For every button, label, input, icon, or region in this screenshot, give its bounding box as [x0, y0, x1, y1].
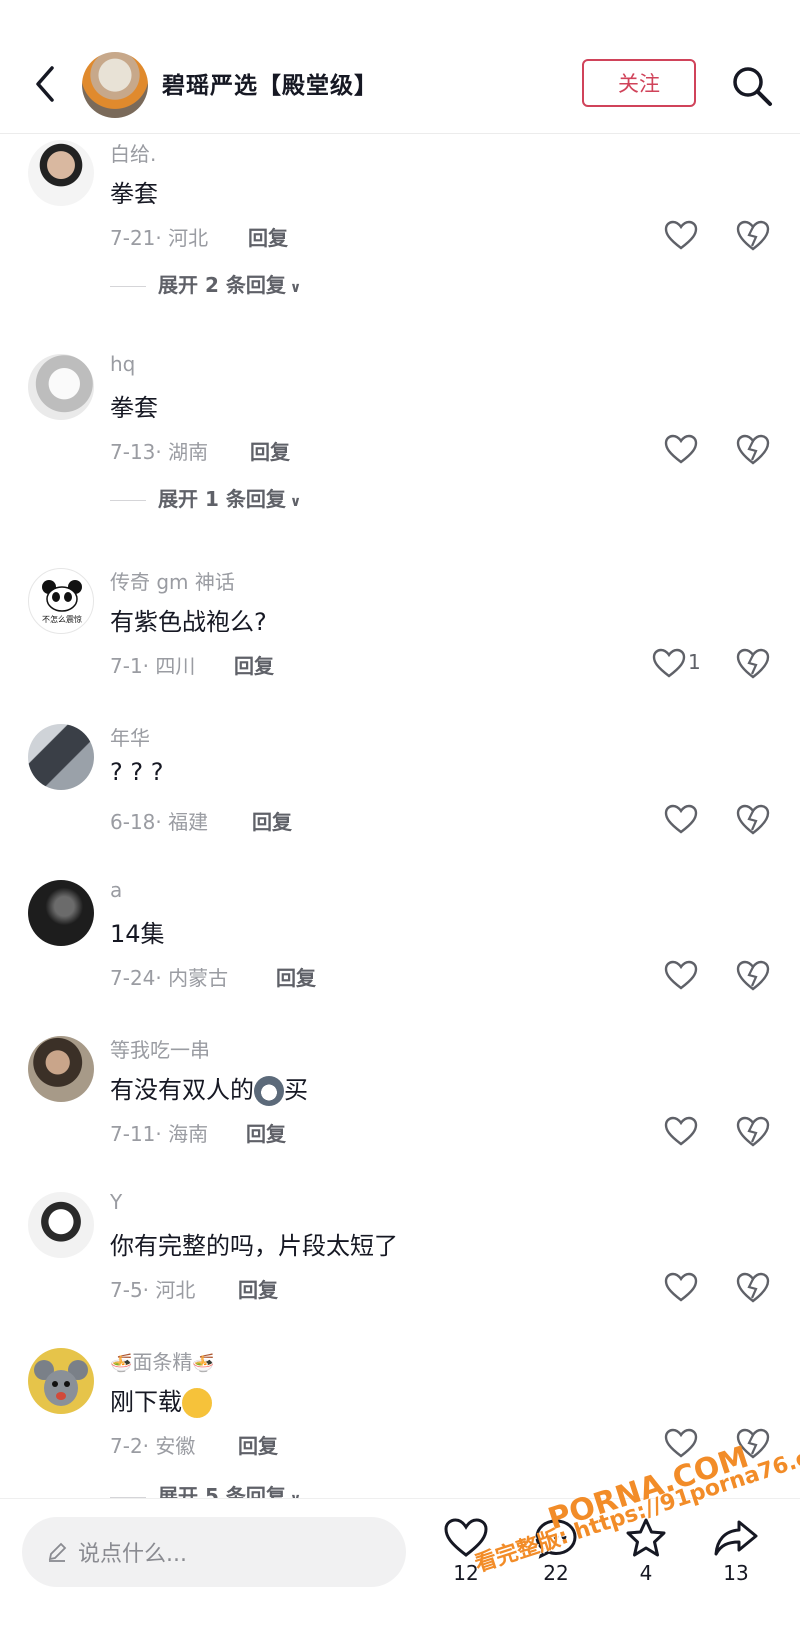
comment-date-region: 7-1· 四川: [110, 654, 196, 678]
broken-heart-icon[interactable]: [736, 432, 770, 466]
comment-username[interactable]: Y: [110, 1190, 122, 1214]
heart-icon[interactable]: [664, 960, 698, 990]
heart-icon[interactable]: [652, 648, 686, 678]
share-count: 13: [723, 1561, 749, 1585]
comment-input[interactable]: 说点什么...: [22, 1517, 406, 1587]
comment-item: 年华 ? ? ? 6-18· 福建 回复: [0, 720, 800, 870]
reply-button[interactable]: 回复: [250, 436, 290, 465]
reply-button[interactable]: 回复: [252, 806, 292, 835]
back-arrow-icon[interactable]: [28, 62, 64, 106]
comment-username[interactable]: 年华: [110, 722, 150, 751]
reply-button[interactable]: 回复: [246, 1118, 286, 1147]
heart-icon[interactable]: [664, 804, 698, 834]
broken-heart-icon[interactable]: [736, 218, 770, 252]
comment-username[interactable]: 🍜面条精🍜: [110, 1346, 215, 1375]
comment-input-placeholder: 说点什么...: [78, 1542, 187, 1567]
avatar[interactable]: [28, 1036, 94, 1102]
avatar[interactable]: [28, 724, 94, 790]
comment-text: 拳套: [110, 394, 158, 422]
comment-username[interactable]: hq: [110, 352, 135, 376]
comment-item: 等我吃一串 有没有双人的 买 7-11· 海南 回复: [0, 1032, 800, 1182]
broken-heart-icon[interactable]: [736, 1270, 770, 1304]
comment-date-region: 7-5· 河北: [110, 1278, 196, 1302]
comment-date-region: 7-13· 湖南: [110, 440, 209, 464]
share-arrow-icon: [714, 1520, 758, 1556]
broken-heart-icon[interactable]: [736, 646, 770, 680]
comment-username-label: 面条精: [132, 1350, 193, 1374]
comment-item: 不怎么震惊 传奇 gm 神话 有紫色战袍么? 7-1· 四川 回复 1: [0, 564, 800, 714]
broken-heart-icon[interactable]: [736, 1114, 770, 1148]
heart-icon[interactable]: [664, 1428, 698, 1458]
bottom-action-bar: 说点什么... 12 22 4 13: [0, 1498, 800, 1652]
avatar[interactable]: [28, 880, 94, 946]
noodle-bowl-icon: 🍜: [192, 1353, 215, 1374]
comment-username[interactable]: 等我吃一串: [110, 1034, 210, 1063]
reply-button[interactable]: 回复: [248, 222, 288, 251]
top-bar: 碧瑶严选【殿堂级】 关注: [0, 0, 800, 134]
comment-date-region: 7-24· 内蒙古: [110, 966, 229, 990]
avatar[interactable]: [28, 354, 94, 420]
comment-date-region: 7-21· 河北: [110, 226, 209, 250]
comment-text: 刚下载: [110, 1382, 212, 1418]
comment-text: 拳套: [110, 180, 158, 208]
heart-icon[interactable]: [664, 1116, 698, 1146]
like-count: 1: [688, 650, 701, 674]
avatar-badge-text: 不怎么震惊: [42, 615, 82, 624]
comment-item: a 14集 7-24· 内蒙古 回复: [0, 876, 800, 1026]
heart-icon[interactable]: [664, 220, 698, 250]
reply-button[interactable]: 回复: [234, 650, 274, 679]
comment-date-region: 7-2· 安徽: [110, 1434, 196, 1458]
author-avatar[interactable]: [82, 52, 148, 118]
reply-button[interactable]: 回复: [276, 962, 316, 991]
expand-replies-button[interactable]: 展开 2 条回复 ∨: [110, 269, 301, 298]
follow-button[interactable]: 关注: [582, 59, 696, 107]
chevron-down-icon: ∨: [289, 280, 302, 296]
comment-username[interactable]: a: [110, 878, 122, 902]
reply-button[interactable]: 回复: [238, 1430, 278, 1459]
comment-text: 有没有双人的 买: [110, 1070, 308, 1106]
broken-heart-icon[interactable]: [736, 958, 770, 992]
avatar[interactable]: 不怎么震惊: [28, 568, 94, 634]
expand-label: 展开 2 条回复: [158, 273, 286, 297]
mouse-avatar-icon: [34, 1360, 88, 1406]
comment-username[interactable]: 白给.: [110, 138, 156, 167]
avatar[interactable]: [28, 1192, 94, 1258]
avatar[interactable]: [28, 1348, 94, 1414]
husky-emoji-icon: [254, 1076, 284, 1106]
reply-button[interactable]: 回复: [238, 1274, 278, 1303]
comment-count: 22: [543, 1561, 569, 1585]
chevron-down-icon: ∨: [289, 494, 302, 510]
share-button[interactable]: 13: [706, 1517, 766, 1585]
comment-item: hq 拳套 7-13· 湖南 回复 展开 1 条回复 ∨: [0, 350, 800, 511]
expand-label: 展开 1 条回复: [158, 487, 286, 511]
comment-date-region: 7-11· 海南: [110, 1122, 209, 1146]
search-icon[interactable]: [730, 64, 774, 108]
comment-text: 有紫色战袍么?: [110, 608, 267, 636]
comment-username[interactable]: 传奇 gm 神话: [110, 566, 235, 595]
comment-text-part: 有没有双人的: [110, 1076, 254, 1104]
surprised-face-emoji-icon: [182, 1388, 212, 1418]
comment-text-part: 买: [284, 1076, 308, 1104]
comment-text: 14集: [110, 920, 165, 948]
author-name[interactable]: 碧瑶严选【殿堂级】: [162, 66, 378, 100]
favorite-count: 4: [639, 1561, 653, 1585]
broken-heart-icon[interactable]: [736, 802, 770, 836]
comment-text: ? ? ?: [110, 758, 164, 786]
heart-icon[interactable]: [664, 434, 698, 464]
avatar[interactable]: [28, 140, 94, 206]
comment-text: 你有完整的吗，片段太短了: [110, 1232, 398, 1260]
comment-text-part: 刚下载: [110, 1388, 182, 1416]
pencil-icon: [48, 1542, 67, 1562]
noodle-bowl-icon: 🍜: [110, 1353, 133, 1374]
comment-date-region: 6-18· 福建: [110, 810, 209, 834]
expand-replies-button[interactable]: 展开 1 条回复 ∨: [110, 483, 301, 512]
heart-icon[interactable]: [664, 1272, 698, 1302]
comment-item: 白给. 拳套 7-21· 河北 回复 展开 2 条回复 ∨: [0, 136, 800, 297]
comment-item: Y 你有完整的吗，片段太短了 7-5· 河北 回复: [0, 1188, 800, 1338]
